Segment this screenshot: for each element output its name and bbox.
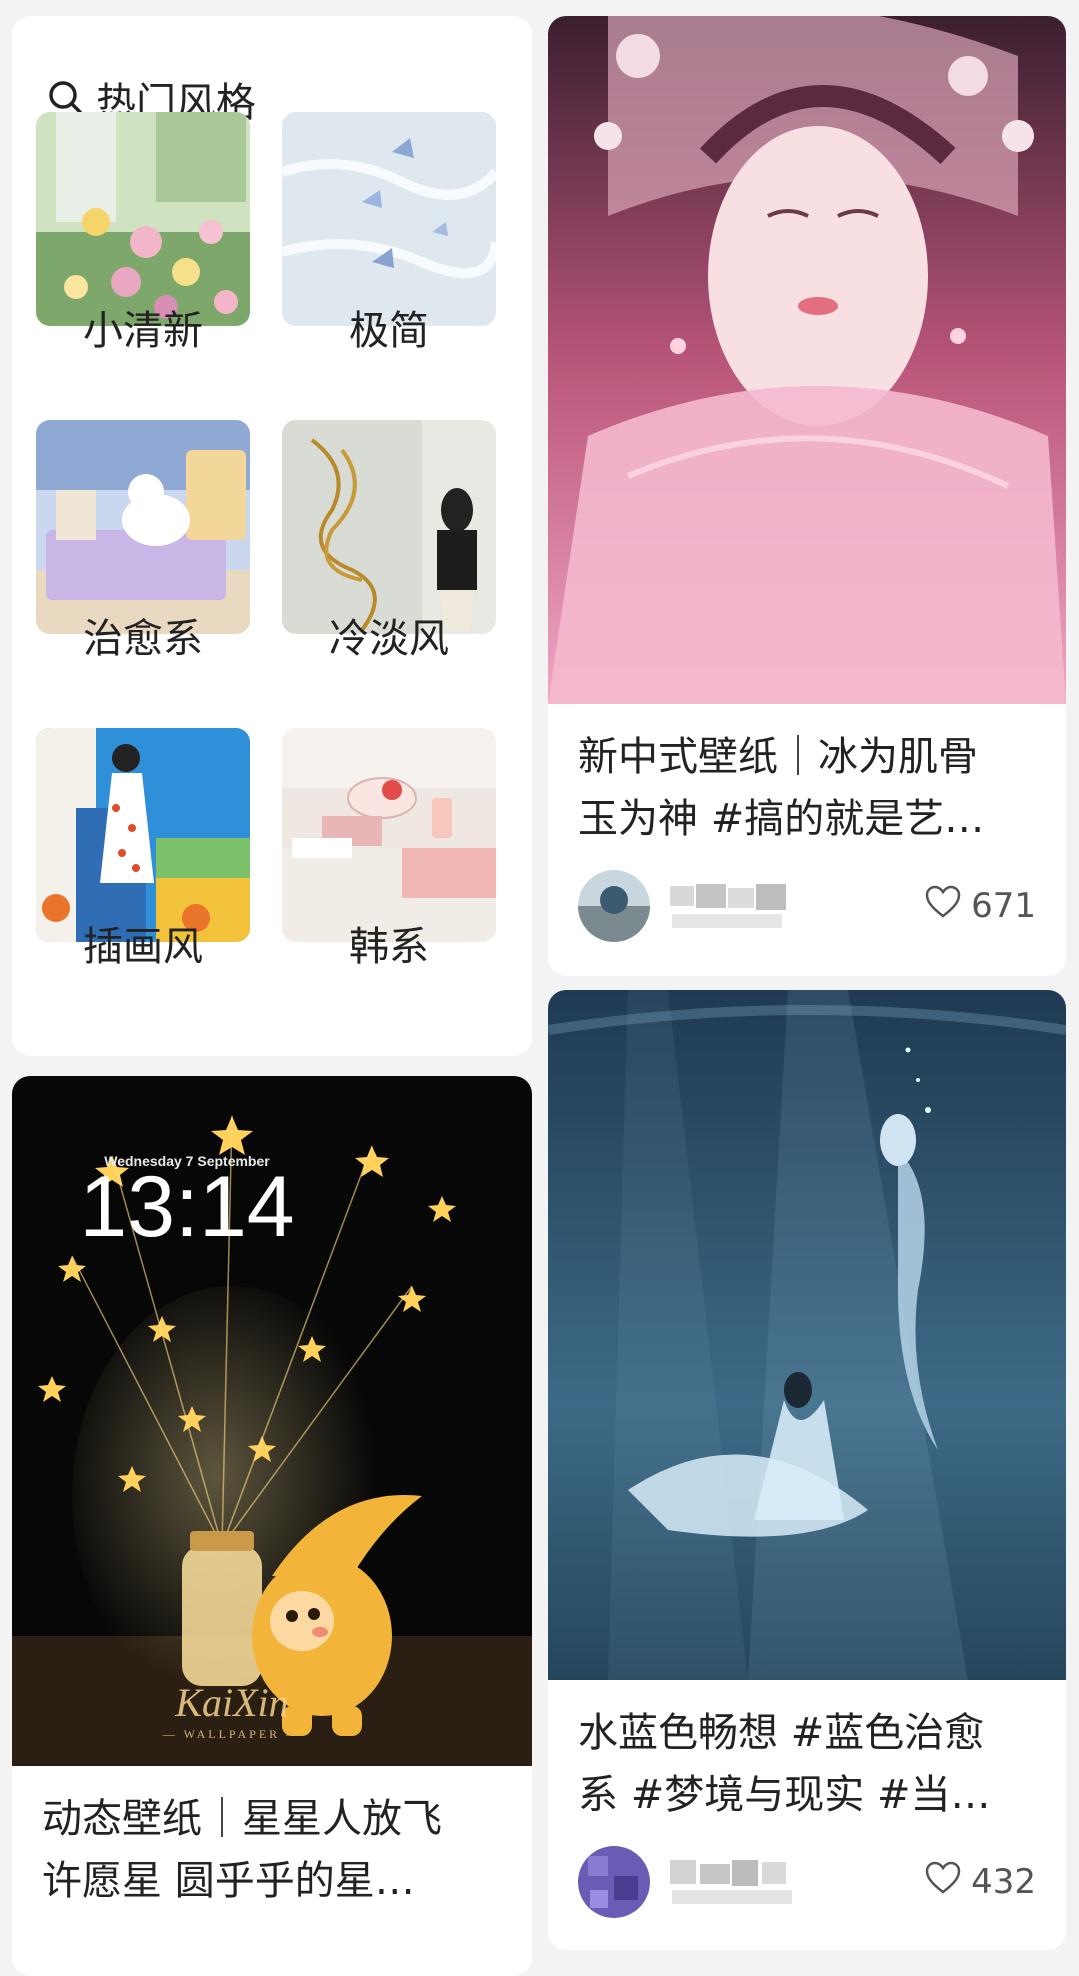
girl-illustration-thumbnail (36, 728, 250, 942)
style-label-minimal: 极简 (349, 308, 429, 354)
style-label-healing: 治愈系 (83, 616, 203, 662)
post-title-line: 水蓝色畅想 #蓝色治愈 (578, 1710, 985, 1756)
post-card-stars[interactable]: Wednesday 7 September 13:14 KaiXin — WAL… (12, 1076, 532, 1976)
heart-icon (925, 1861, 961, 1904)
star-jar-image: Wednesday 7 September 13:14 KaiXin — WAL… (12, 1076, 532, 1766)
gallery-thumbnail (282, 420, 496, 634)
post-meta-hanfu: 671 (578, 866, 1036, 946)
post-title-blue[interactable]: 水蓝色畅想 #蓝色治愈 系 #梦境与现实 #当… (578, 1702, 1036, 1826)
hanfu-portrait-image (548, 16, 1066, 704)
post-title-stars[interactable]: 动态壁纸｜星星人放飞 许愿星 圆乎乎的星… (42, 1788, 502, 1912)
style-label-illustration: 插画风 (83, 924, 203, 970)
table-setting-thumbnail (282, 728, 496, 942)
style-tile-cool[interactable] (282, 420, 496, 634)
hot-styles-card: 热门风格 小清新 极简 治愈系 冷淡风 插画风 韩系 (12, 16, 532, 1056)
style-tile-healing[interactable] (36, 420, 250, 634)
avatar[interactable] (578, 870, 650, 942)
style-tile-minimal[interactable] (282, 112, 496, 326)
underwater-image (548, 990, 1066, 1680)
like-button[interactable]: 671 (925, 885, 1036, 928)
butterflies-thumbnail (282, 112, 496, 326)
post-title-line: 动态壁纸｜星星人放飞 (42, 1796, 442, 1842)
lockscreen-time: 13:14 (79, 1159, 294, 1255)
avatar[interactable] (578, 1846, 650, 1918)
heart-icon (925, 885, 961, 928)
like-count: 432 (971, 1862, 1036, 1902)
style-label-korean: 韩系 (349, 924, 429, 970)
style-tile-korean[interactable] (282, 728, 496, 942)
post-title-line: 系 #梦境与现实 #当… (578, 1772, 991, 1818)
style-tile-fresh[interactable] (36, 112, 250, 326)
post-title-line: 许愿星 圆乎乎的星… (42, 1858, 415, 1904)
style-tile-illustration[interactable] (36, 728, 250, 942)
post-card-blue[interactable]: 水蓝色畅想 #蓝色治愈 系 #梦境与现实 #当… 432 (548, 990, 1066, 1950)
flowers-thumbnail (36, 112, 250, 326)
style-label-fresh: 小清新 (83, 308, 203, 354)
post-card-hanfu[interactable]: 新中式壁纸｜冰为肌骨 玉为神 #搞的就是艺… 671 (548, 16, 1066, 976)
like-button[interactable]: 432 (925, 1861, 1036, 1904)
post-meta-blue: 432 (578, 1842, 1036, 1922)
username-blurred[interactable] (666, 876, 826, 936)
post-title-line: 新中式壁纸｜冰为肌骨 (578, 734, 978, 780)
brand-sub-watermark: — WALLPAPER — (162, 1727, 301, 1741)
username-blurred[interactable] (666, 1852, 826, 1912)
bedroom-thumbnail (36, 420, 250, 634)
like-count: 671 (971, 886, 1036, 926)
style-label-cool: 冷淡风 (329, 616, 449, 662)
post-title-line: 玉为神 #搞的就是艺… (578, 796, 985, 842)
post-title-hanfu[interactable]: 新中式壁纸｜冰为肌骨 玉为神 #搞的就是艺… (578, 726, 1036, 850)
brand-watermark: KaiXin (174, 1680, 288, 1725)
